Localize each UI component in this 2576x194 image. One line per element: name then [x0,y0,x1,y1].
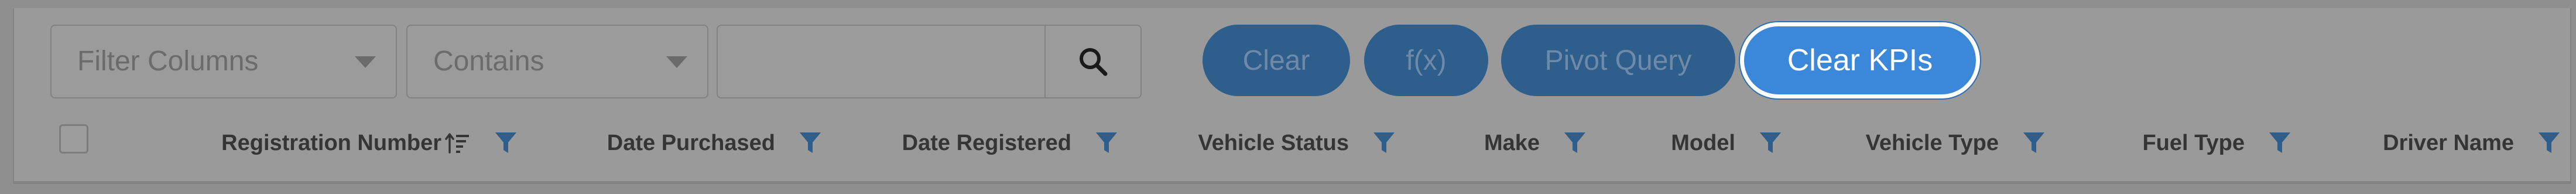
column-header-driver-name[interactable]: Driver Name [2309,114,2561,172]
filter-icon[interactable] [494,131,518,155]
column-header-vehicle-status[interactable]: Vehicle Status [1126,114,1396,172]
filter-icon[interactable] [1563,131,1587,155]
search-box [717,25,1142,98]
chevron-down-icon [666,56,687,68]
grid-toolbar: Filter Columns Contains Clear f(x) Pivot… [14,8,2570,114]
column-label: Make [1484,130,1540,155]
filter-icon[interactable] [2268,131,2291,155]
column-label: Vehicle Status [1198,130,1349,155]
filter-icon[interactable] [1759,131,1782,155]
column-label: Date Purchased [607,130,775,155]
column-header-date-purchased[interactable]: Date Purchased [541,114,822,172]
column-label: Driver Name [2383,130,2514,155]
fx-button[interactable]: f(x) [1364,25,1488,96]
column-header-fuel-type[interactable]: Fuel Type [2063,114,2291,172]
clear-kpis-button[interactable]: Clear KPIs [1740,22,1980,98]
condition-label: Contains [433,46,544,77]
column-header-registration-number[interactable]: Registration Number [190,114,518,172]
filter-icon[interactable] [1372,131,1396,155]
column-label: Date Registered [902,130,1071,155]
column-label: Fuel Type [2142,130,2245,155]
search-button[interactable] [1044,26,1140,97]
column-label: Model [1671,130,1735,155]
pivot-query-button[interactable]: Pivot Query [1501,25,1735,96]
grid-header-row: Registration Number Date Purchased Date … [14,114,2570,172]
column-header-vehicle-type[interactable]: Vehicle Type [1817,114,2046,172]
select-all-checkbox[interactable] [59,124,88,154]
filter-icon[interactable] [1095,131,1118,155]
filter-columns-select[interactable]: Filter Columns [50,25,397,98]
condition-select[interactable]: Contains [406,25,708,98]
chevron-down-icon [355,56,376,68]
filter-icon[interactable] [799,131,822,155]
grid-panel: Filter Columns Contains Clear f(x) Pivot… [13,8,2571,184]
filter-icon[interactable] [2537,131,2561,155]
column-label: Registration Number [221,130,441,155]
sort-ascending-icon[interactable] [445,131,471,155]
column-header-model[interactable]: Model [1606,114,1782,172]
search-icon [1080,48,1108,76]
column-header-make[interactable]: Make [1419,114,1587,172]
filter-columns-label: Filter Columns [77,46,259,77]
column-header-date-registered[interactable]: Date Registered [834,114,1118,172]
clear-button[interactable]: Clear [1203,25,1350,96]
column-label: Vehicle Type [1865,130,1999,155]
filter-icon[interactable] [2022,131,2046,155]
